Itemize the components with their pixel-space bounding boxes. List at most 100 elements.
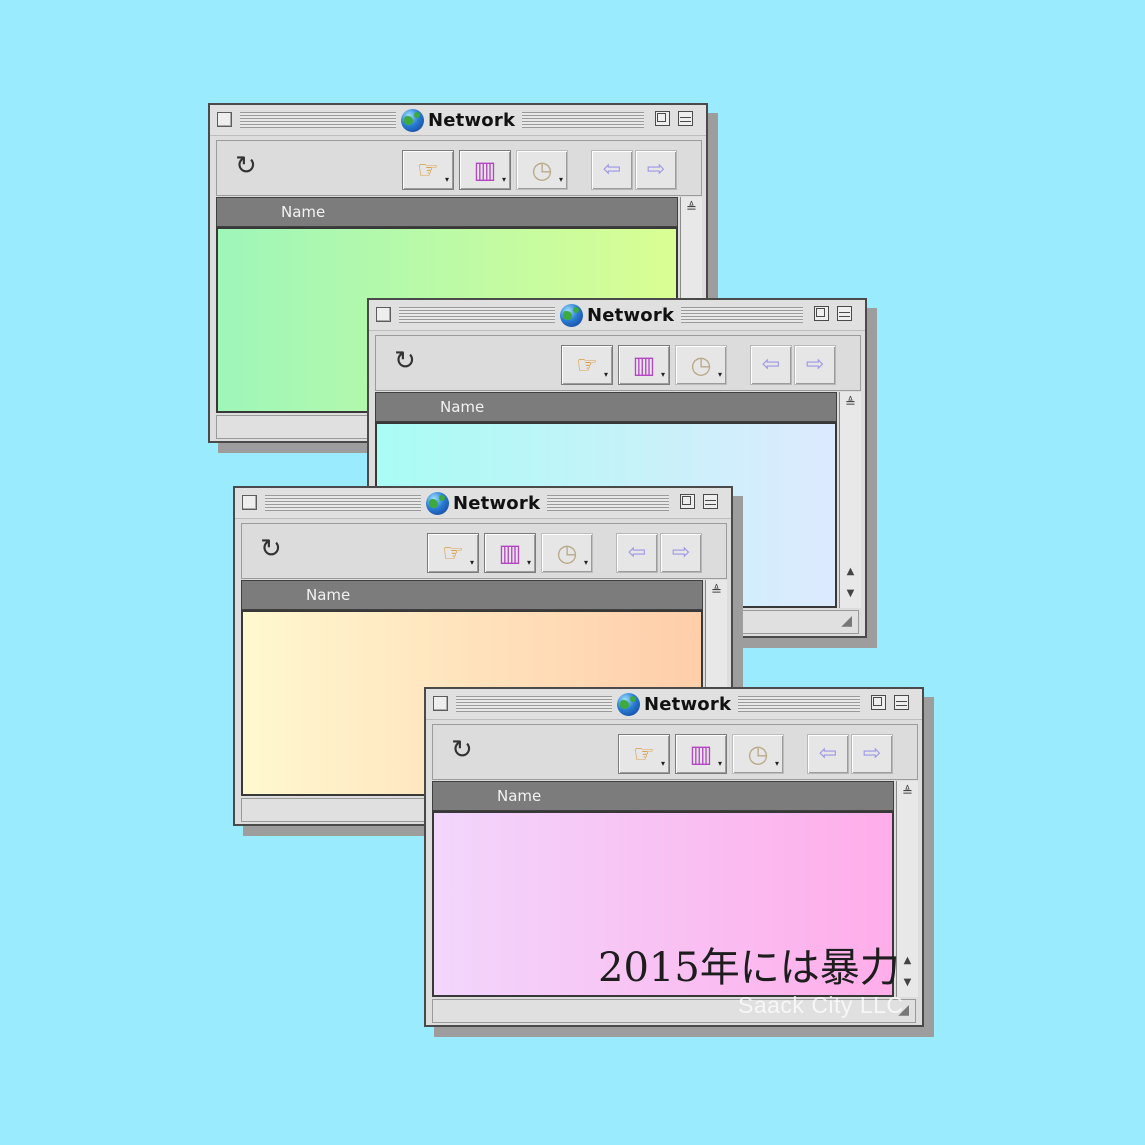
- close-box[interactable]: [217, 112, 232, 127]
- title-stripes: [738, 696, 860, 712]
- favorites-button[interactable]: ▥ ▾: [675, 734, 727, 774]
- back-arrow-icon: ⇦: [627, 540, 647, 565]
- title-stripes: [681, 307, 803, 323]
- title-bar[interactable]: Network: [426, 689, 922, 720]
- toolbar: ↻ ☞ ▾ ▥ ▾ ◷ ▾ ⇦ ⇨: [432, 724, 918, 780]
- forward-arrow-icon: ⇨: [671, 540, 691, 565]
- title-bar[interactable]: Network: [210, 105, 706, 136]
- title-stripes: [547, 495, 669, 511]
- forward-button[interactable]: ⇨: [635, 150, 677, 190]
- history-button[interactable]: ◷ ▾: [541, 533, 593, 573]
- title-stripes: [240, 112, 396, 128]
- favorites-icon: ▥: [689, 740, 713, 768]
- toolbar: ↻ ☞ ▾ ▥ ▾ ◷ ▾ ⇦ ⇨: [375, 335, 861, 391]
- globe-icon: [617, 692, 640, 716]
- toolbar: ↻ ☞ ▾ ▥ ▾ ◷ ▾ ⇦ ⇨: [241, 523, 727, 579]
- favorites-icon: ▥: [632, 351, 656, 379]
- zoom-box[interactable]: [814, 306, 829, 321]
- caret-icon: ▾: [660, 759, 665, 768]
- japanese-caption: 2015年には暴力: [598, 945, 900, 991]
- globe-icon: [560, 303, 583, 327]
- back-button[interactable]: ⇦: [616, 533, 658, 573]
- history-button[interactable]: ◷ ▾: [516, 150, 568, 190]
- forward-button[interactable]: ⇨: [851, 734, 893, 774]
- title-stripes: [265, 495, 421, 511]
- close-box[interactable]: [433, 696, 448, 711]
- favorites-icon: ▥: [498, 539, 522, 567]
- pointer-button[interactable]: ☞ ▾: [402, 150, 454, 190]
- history-button[interactable]: ◷ ▾: [675, 345, 727, 385]
- refresh-icon[interactable]: ↻: [394, 348, 416, 374]
- back-arrow-icon: ⇦: [761, 352, 781, 377]
- history-button[interactable]: ◷ ▾: [732, 734, 784, 774]
- zoom-box[interactable]: [871, 695, 886, 710]
- caret-icon: ▾: [717, 759, 722, 768]
- zoom-box[interactable]: [680, 494, 695, 509]
- caret-icon: ▾: [469, 558, 474, 567]
- scroll-up-icon[interactable]: ▲: [840, 566, 861, 577]
- refresh-icon[interactable]: ↻: [235, 153, 257, 179]
- pointer-button[interactable]: ☞ ▾: [618, 734, 670, 774]
- globe-icon: [401, 108, 424, 132]
- window-title: Network: [560, 303, 678, 327]
- globe-icon: [426, 491, 449, 515]
- window-title-text: Network: [587, 304, 675, 326]
- resize-grip-icon[interactable]: ◢: [841, 613, 852, 629]
- caret-icon: ▾: [660, 370, 665, 379]
- window-title: Network: [617, 692, 735, 716]
- scroll-down-icon[interactable]: ▼: [840, 588, 861, 599]
- scroll-down-icon[interactable]: ▼: [897, 977, 918, 988]
- zoom-box[interactable]: [655, 111, 670, 126]
- title-bar[interactable]: Network: [369, 300, 865, 331]
- pointing-hand-icon: ☞: [633, 740, 655, 768]
- caret-icon: ▾: [501, 175, 506, 184]
- pointer-button[interactable]: ☞ ▾: [561, 345, 613, 385]
- pointing-hand-icon: ☞: [417, 156, 439, 184]
- title-stripes: [456, 696, 612, 712]
- back-button[interactable]: ⇦: [591, 150, 633, 190]
- favorites-button[interactable]: ▥ ▾: [618, 345, 670, 385]
- favorites-button[interactable]: ▥ ▾: [459, 150, 511, 190]
- scroll-up-icon[interactable]: ▲: [897, 955, 918, 966]
- windowshade-box[interactable]: [703, 494, 718, 509]
- name-column-header[interactable]: Name: [241, 580, 703, 610]
- refresh-icon[interactable]: ↻: [260, 536, 282, 562]
- back-button[interactable]: ⇦: [750, 345, 792, 385]
- window-title-text: Network: [428, 109, 516, 131]
- title-stripes: [399, 307, 555, 323]
- pointing-hand-icon: ☞: [442, 539, 464, 567]
- caret-icon: ▾: [526, 558, 531, 567]
- sort-order-icon[interactable]: ≜: [897, 785, 918, 800]
- forward-button[interactable]: ⇨: [660, 533, 702, 573]
- history-clock-icon: ◷: [556, 539, 578, 567]
- pointer-button[interactable]: ☞ ▾: [427, 533, 479, 573]
- sort-order-icon[interactable]: ≜: [681, 201, 702, 216]
- close-box[interactable]: [242, 495, 257, 510]
- history-clock-icon: ◷: [690, 351, 712, 379]
- close-box[interactable]: [376, 307, 391, 322]
- name-column-header[interactable]: Name: [216, 197, 678, 227]
- name-column-header[interactable]: Name: [375, 392, 837, 422]
- favorites-icon: ▥: [473, 156, 497, 184]
- forward-button[interactable]: ⇨: [794, 345, 836, 385]
- name-column-header[interactable]: Name: [432, 781, 894, 811]
- sort-order-icon[interactable]: ≜: [706, 584, 727, 599]
- caret-icon: ▾: [603, 370, 608, 379]
- window-title-text: Network: [644, 693, 732, 715]
- windowshade-box[interactable]: [837, 306, 852, 321]
- windowshade-box[interactable]: [678, 111, 693, 126]
- window-title: Network: [401, 108, 519, 132]
- caret-icon: ▾: [583, 558, 588, 567]
- sort-order-icon[interactable]: ≜: [840, 396, 861, 411]
- refresh-icon[interactable]: ↻: [451, 737, 473, 763]
- favorites-button[interactable]: ▥ ▾: [484, 533, 536, 573]
- back-arrow-icon: ⇦: [818, 741, 838, 766]
- title-bar[interactable]: Network: [235, 488, 731, 519]
- caret-icon: ▾: [558, 175, 563, 184]
- back-button[interactable]: ⇦: [807, 734, 849, 774]
- watermark: Saack City LLC: [738, 992, 904, 1018]
- forward-arrow-icon: ⇨: [862, 741, 882, 766]
- windowshade-box[interactable]: [894, 695, 909, 710]
- forward-arrow-icon: ⇨: [805, 352, 825, 377]
- vertical-scrollbar[interactable]: ≜ ▲ ▼: [839, 392, 861, 608]
